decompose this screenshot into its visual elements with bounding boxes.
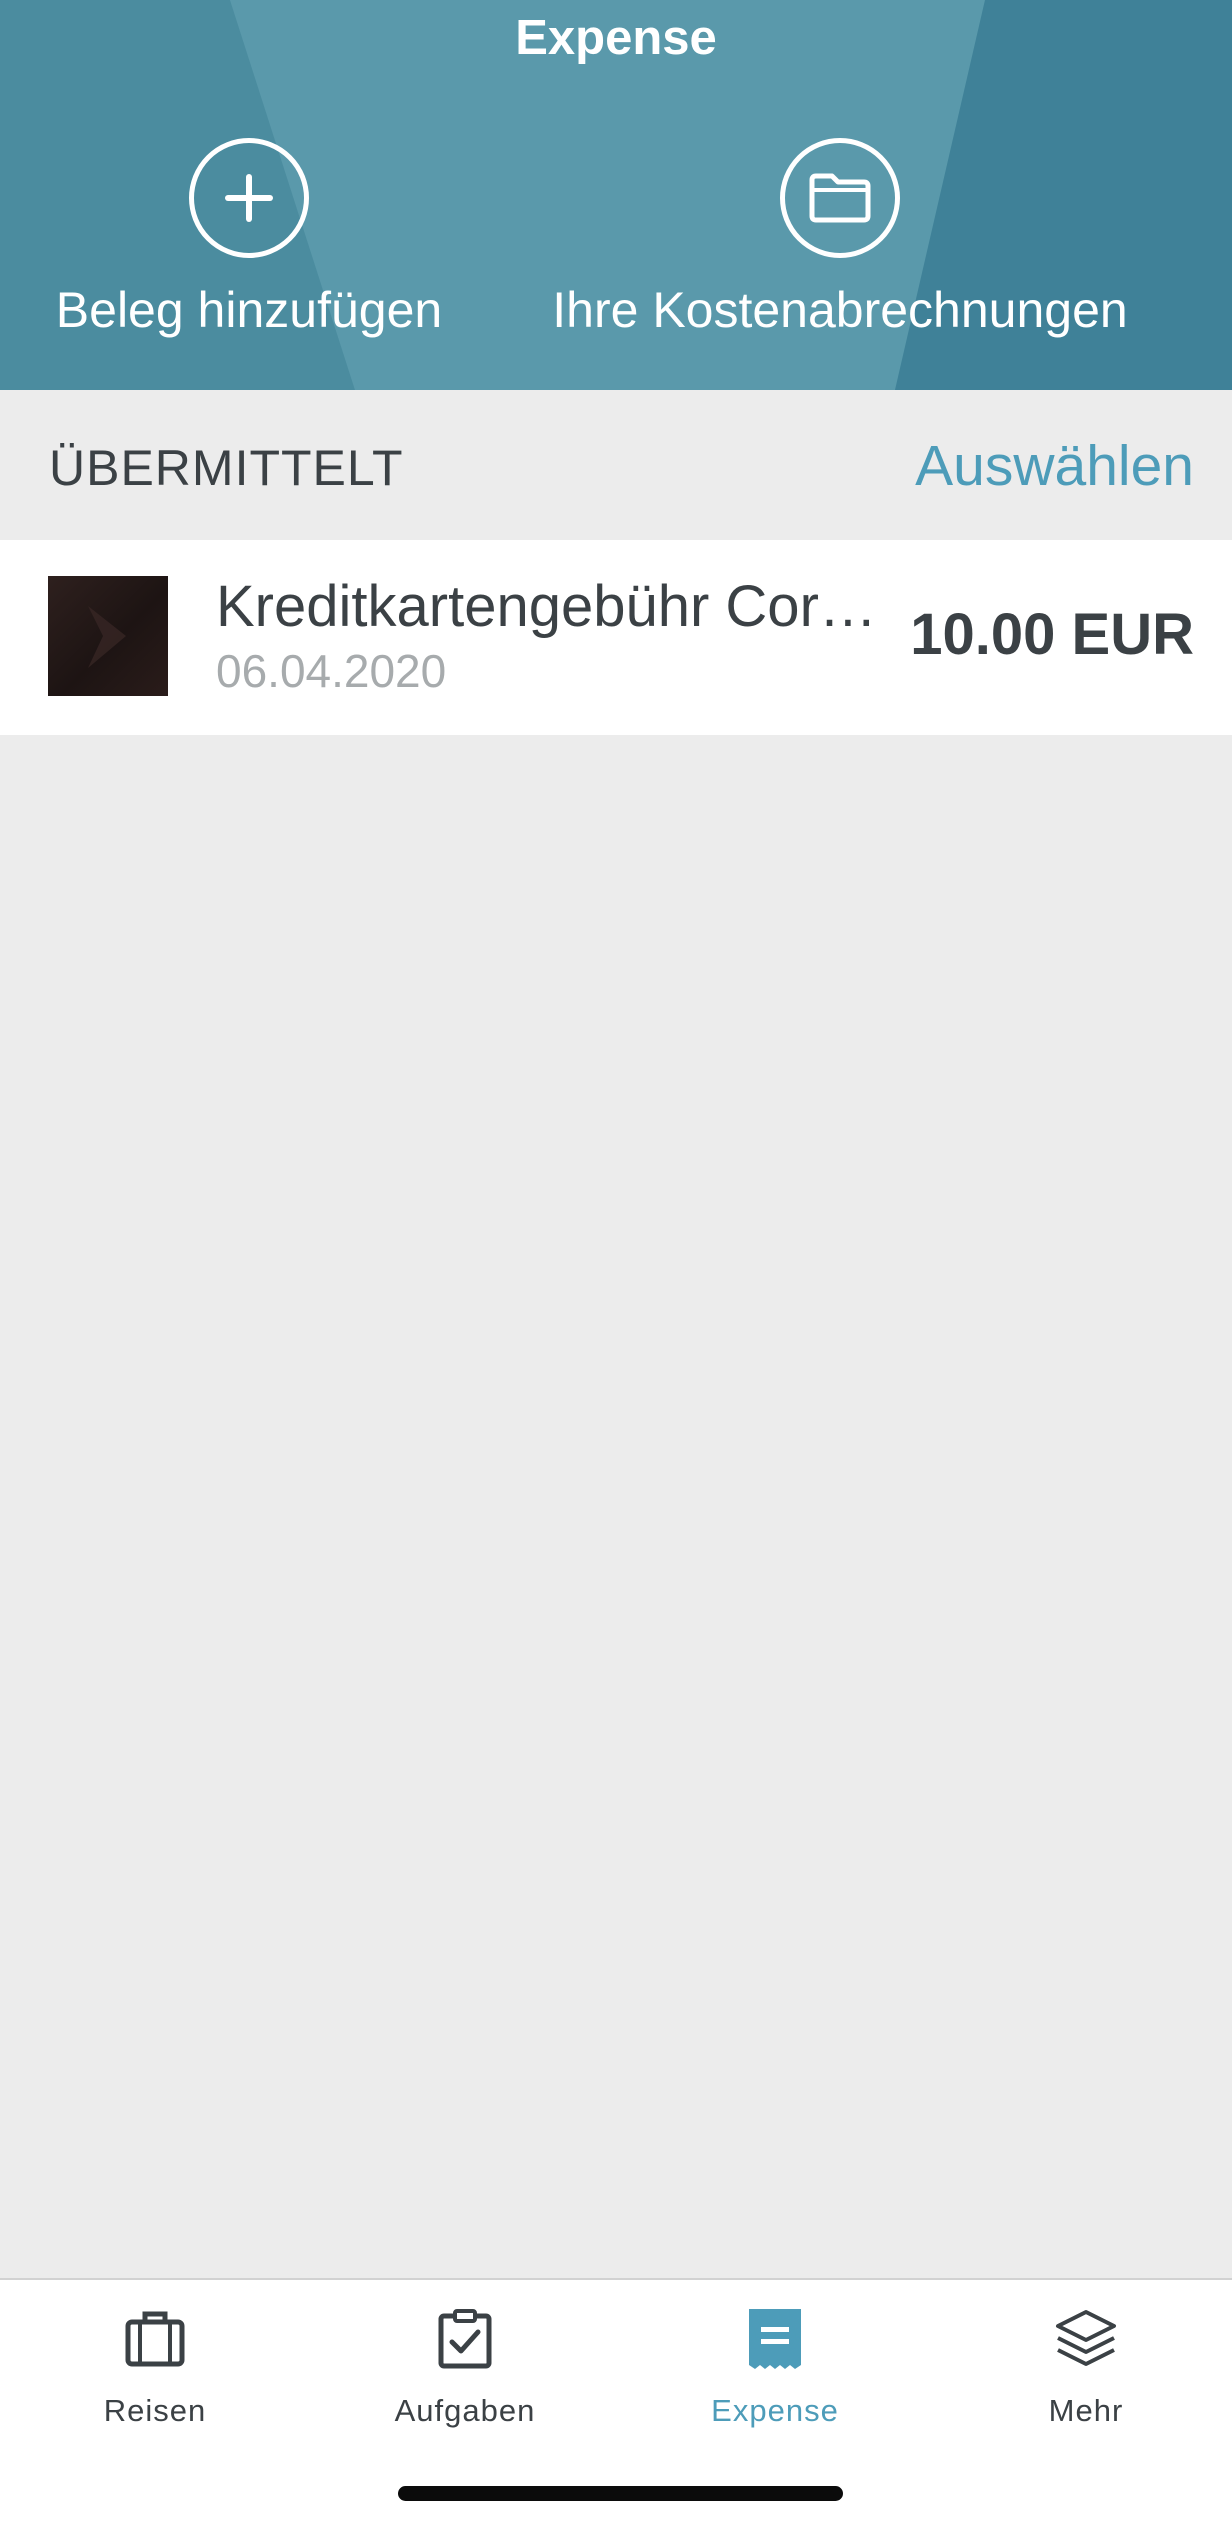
expense-date: 06.04.2020: [216, 645, 447, 697]
tab-aufgaben[interactable]: Aufgaben: [345, 2304, 585, 2430]
add-receipt-label: Beleg hinzufügen: [55, 282, 443, 338]
layers-icon: [966, 2304, 1206, 2374]
tab-mehr-label: Mehr: [1048, 2393, 1124, 2428]
expense-list-item[interactable]: Kreditkartengebühr Cor… 06.04.2020 10.00…: [0, 540, 1232, 735]
section-header: ÜBERMITTELT Auswählen: [0, 390, 1232, 540]
expense-reports-button[interactable]: Ihre Kostenabrechnungen: [540, 138, 1140, 340]
plus-icon: [189, 138, 309, 258]
tab-expense[interactable]: Expense: [655, 2304, 895, 2430]
tab-aufgaben-label: Aufgaben: [394, 2393, 536, 2428]
section-title: ÜBERMITTELT: [49, 440, 404, 496]
page-title: Expense: [515, 11, 717, 65]
tab-bar: Reisen Aufgaben Expense Mehr: [0, 2278, 1232, 2527]
expense-header: Expense Beleg hinzufügen Ihre Kostenabre…: [0, 0, 1232, 390]
tab-mehr[interactable]: Mehr: [966, 2304, 1206, 2430]
home-indicator: [398, 2486, 843, 2501]
clipboard-check-icon: [345, 2304, 585, 2374]
select-button[interactable]: Auswählen: [915, 434, 1194, 498]
expense-reports-label: Ihre Kostenabrechnungen: [552, 282, 1128, 338]
expense-amount: 10.00 EUR: [910, 602, 1194, 667]
tab-expense-label: Expense: [711, 2393, 839, 2428]
receipt-icon: [655, 2304, 895, 2374]
tab-reisen[interactable]: Reisen: [35, 2304, 275, 2430]
add-receipt-button[interactable]: Beleg hinzufügen: [30, 138, 468, 340]
tab-reisen-label: Reisen: [103, 2393, 207, 2428]
expense-title: Kreditkartengebühr Cor…: [216, 574, 876, 639]
receipt-thumbnail: [48, 576, 168, 696]
suitcase-icon: [35, 2304, 275, 2374]
folder-icon: [780, 138, 900, 258]
